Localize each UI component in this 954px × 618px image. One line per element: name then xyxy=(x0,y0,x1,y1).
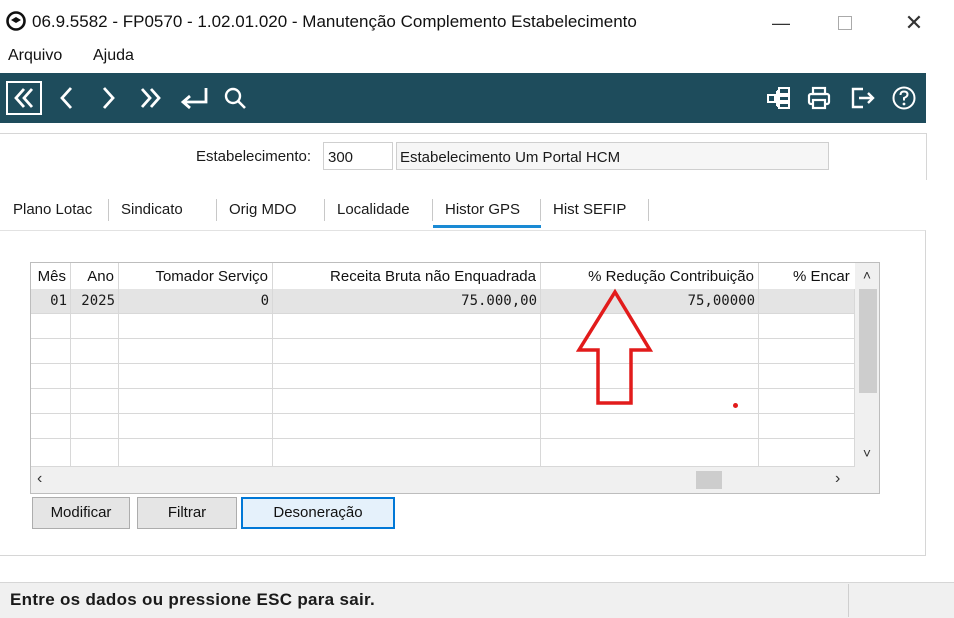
empty-cell[interactable] xyxy=(273,439,541,467)
first-record-icon[interactable] xyxy=(6,81,42,115)
status-message: Entre os dados ou pressione ESC para sai… xyxy=(10,590,375,609)
filtrar-button[interactable]: Filtrar xyxy=(137,497,237,529)
empty-cell[interactable] xyxy=(71,389,119,414)
tab-separator xyxy=(108,199,109,221)
cell-receita[interactable]: 75.000,00 xyxy=(273,289,541,314)
close-button[interactable]: ✕ xyxy=(891,0,937,46)
active-tab-indicator xyxy=(433,225,541,228)
structure-icon[interactable] xyxy=(763,73,795,123)
tab-separator xyxy=(540,199,541,221)
minimize-button[interactable]: — xyxy=(758,0,804,46)
annotation-dot xyxy=(733,403,738,408)
empty-cell[interactable] xyxy=(759,389,855,414)
empty-cell[interactable] xyxy=(541,414,759,439)
empty-cell[interactable] xyxy=(273,339,541,364)
empty-cell[interactable] xyxy=(119,414,273,439)
scroll-down-icon[interactable]: ˅ xyxy=(855,445,879,461)
empty-cell[interactable] xyxy=(31,364,71,389)
tab-orig-mdo[interactable]: Orig MDO xyxy=(229,201,297,218)
estabelecimento-label: Estabelecimento: xyxy=(196,148,312,165)
cell-encargos[interactable] xyxy=(759,289,855,314)
empty-cell[interactable] xyxy=(31,389,71,414)
help-icon[interactable] xyxy=(887,73,921,123)
empty-cell[interactable] xyxy=(759,339,855,364)
tab-separator xyxy=(432,199,433,221)
empty-cell[interactable] xyxy=(71,439,119,467)
empty-cell[interactable] xyxy=(119,314,273,339)
scroll-up-icon[interactable]: ˄ xyxy=(855,267,879,283)
tab-localidade[interactable]: Localidade xyxy=(337,201,410,218)
menu-arquivo[interactable]: Arquivo xyxy=(8,47,62,65)
column-header-receita[interactable]: Receita Bruta não Enquadrada xyxy=(273,263,541,289)
next-icon[interactable] xyxy=(93,73,123,123)
toolbar xyxy=(0,73,926,123)
status-divider xyxy=(848,584,849,617)
cell-ano[interactable]: 2025 xyxy=(71,289,119,314)
cell-tomador[interactable]: 0 xyxy=(119,289,273,314)
last-record-icon[interactable] xyxy=(135,73,169,123)
empty-cell[interactable] xyxy=(31,339,71,364)
tab-separator xyxy=(324,199,325,221)
exit-icon[interactable] xyxy=(846,73,880,123)
estabelecimento-name-field: Estabelecimento Um Portal HCM xyxy=(396,142,829,170)
annotation-arrow-icon xyxy=(576,288,654,405)
empty-cell[interactable] xyxy=(71,414,119,439)
menu-ajuda[interactable]: Ajuda xyxy=(93,47,134,65)
scroll-left-icon[interactable]: ‹ xyxy=(37,470,42,488)
app-logo-icon xyxy=(6,11,26,31)
column-header-mes[interactable]: Mês xyxy=(31,263,71,289)
empty-cell[interactable] xyxy=(31,314,71,339)
empty-cell[interactable] xyxy=(541,439,759,467)
scroll-right-icon[interactable]: › xyxy=(835,470,840,488)
empty-cell[interactable] xyxy=(71,364,119,389)
empty-cell[interactable] xyxy=(273,389,541,414)
search-icon[interactable] xyxy=(220,73,250,123)
column-header-encargos[interactable]: % Encar xyxy=(759,263,855,289)
window-title: 06.9.5582 - FP0570 - 1.02.01.020 - Manut… xyxy=(32,12,637,31)
empty-cell[interactable] xyxy=(71,314,119,339)
empty-cell[interactable] xyxy=(119,339,273,364)
modificar-button[interactable]: Modificar xyxy=(32,497,130,529)
empty-cell[interactable] xyxy=(119,364,273,389)
tab-histor-gps[interactable]: Histor GPS xyxy=(445,201,520,218)
enter-icon[interactable] xyxy=(176,73,212,123)
empty-cell[interactable] xyxy=(759,314,855,339)
empty-cell[interactable] xyxy=(273,364,541,389)
empty-cell[interactable] xyxy=(31,439,71,467)
empty-cell[interactable] xyxy=(273,314,541,339)
empty-cell[interactable] xyxy=(759,439,855,467)
empty-cell[interactable] xyxy=(119,389,273,414)
maximize-icon xyxy=(838,16,852,30)
column-header-ano[interactable]: Ano xyxy=(71,263,119,289)
tab-separator xyxy=(648,199,649,221)
desoneracao-button[interactable]: Desoneração xyxy=(241,497,395,529)
empty-cell[interactable] xyxy=(759,414,855,439)
empty-cell[interactable] xyxy=(273,414,541,439)
tab-separator xyxy=(216,199,217,221)
vertical-scroll-thumb[interactable] xyxy=(859,289,877,393)
column-header-reducao[interactable]: % Redução Contribuição xyxy=(541,263,759,289)
tab-plano-lotac[interactable]: Plano Lotac xyxy=(13,201,92,218)
empty-cell[interactable] xyxy=(71,339,119,364)
tab-hist-sefip[interactable]: Hist SEFIP xyxy=(553,201,626,218)
column-header-tomador[interactable]: Tomador Serviço xyxy=(119,263,273,289)
histor-gps-grid[interactable]: Mês Ano Tomador Serviço Receita Bruta nã… xyxy=(30,262,880,494)
empty-cell[interactable] xyxy=(759,364,855,389)
tab-sindicato[interactable]: Sindicato xyxy=(121,201,183,218)
print-icon[interactable] xyxy=(803,73,835,123)
maximize-button[interactable] xyxy=(822,0,868,46)
estabelecimento-code-field[interactable]: 300 xyxy=(323,142,393,170)
horizontal-scroll-thumb[interactable] xyxy=(696,471,722,489)
empty-cell[interactable] xyxy=(119,439,273,467)
previous-icon[interactable] xyxy=(52,73,82,123)
cell-mes[interactable]: 01 xyxy=(31,289,71,314)
empty-cell[interactable] xyxy=(31,414,71,439)
menu-bar xyxy=(0,46,954,72)
horizontal-scrollbar[interactable] xyxy=(31,467,879,493)
